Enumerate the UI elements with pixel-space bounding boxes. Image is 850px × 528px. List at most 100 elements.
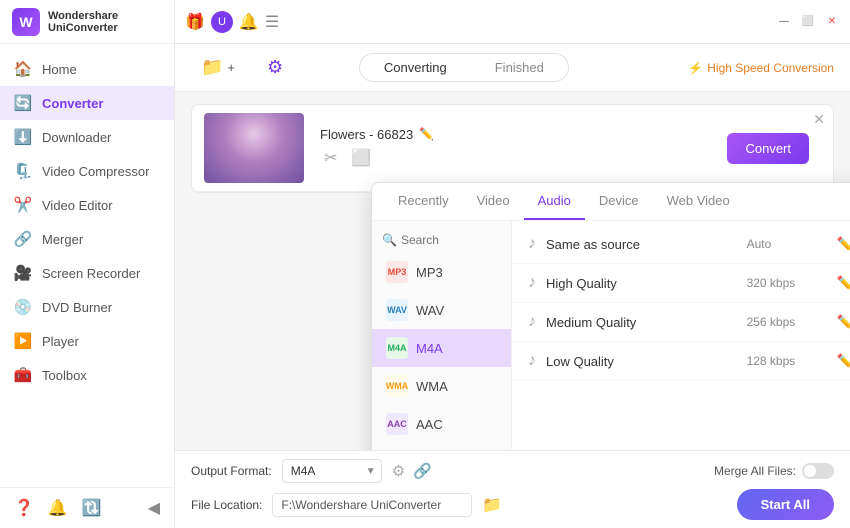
file-location-input[interactable] [272, 493, 472, 517]
sidebar-item-label: Merger [42, 232, 83, 247]
format-item-mp3[interactable]: MP3 MP3 [372, 253, 511, 291]
tab-converting[interactable]: Converting [360, 54, 471, 81]
screen-recorder-icon: 🎥 [14, 264, 32, 282]
tab-web-video[interactable]: Web Video [653, 183, 744, 220]
help-icon[interactable]: ❓ [14, 498, 34, 518]
music-icon-2: ♪ [528, 274, 536, 292]
quality-name-1: Same as source [546, 237, 737, 252]
maximize-button[interactable]: ⬜ [800, 14, 816, 30]
settings-icon-2[interactable]: 🔗 [413, 462, 432, 480]
crop-icon[interactable]: ⬜ [347, 146, 375, 170]
file-actions: ✂ ⬜ [320, 146, 711, 170]
convert-button[interactable]: Convert [727, 133, 809, 164]
search-input[interactable] [401, 233, 501, 247]
add-btn-label: + [227, 60, 235, 75]
toolbar: 📁 + ⚙ Converting Finished ⚡ High Speed C… [175, 44, 850, 92]
format-item-flac[interactable]: FLAC FLAC [372, 443, 511, 450]
lightning-icon: ⚡ [688, 61, 703, 75]
logo-icon: W [12, 8, 40, 36]
merge-files: Merge All Files: [714, 463, 834, 479]
dvd-burner-icon: 💿 [14, 298, 32, 316]
quality-item-high[interactable]: ♪ High Quality 320 kbps ✏️ [512, 264, 850, 303]
edit-quality-1[interactable]: ✏️ [837, 236, 850, 253]
quality-detail-4: 128 kbps [747, 354, 827, 368]
sidebar-item-label: Player [42, 334, 79, 349]
quality-item-same-as-source[interactable]: ♪ Same as source Auto ✏️ [512, 225, 850, 264]
add-icon: 📁 [201, 57, 223, 78]
tab-video[interactable]: Video [463, 183, 524, 220]
settings-icon: ⚙ [267, 57, 283, 78]
quality-item-medium[interactable]: ♪ Medium Quality 256 kbps ✏️ [512, 303, 850, 342]
close-button[interactable]: ✕ [824, 14, 840, 30]
collapse-icon[interactable]: ◀ [148, 498, 160, 518]
add-files-button[interactable]: 📁 + [191, 51, 245, 84]
sidebar-item-label: Converter [42, 96, 103, 111]
notification-icon[interactable]: 🔔 [48, 498, 68, 518]
tab-recently[interactable]: Recently [384, 183, 463, 220]
high-speed-label: High Speed Conversion [707, 61, 834, 75]
merge-files-label: Merge All Files: [714, 464, 796, 478]
format-item-aac[interactable]: AAC AAC [372, 405, 511, 443]
sidebar-item-label: Video Compressor [42, 164, 149, 179]
browse-folder-icon[interactable]: 📁 [482, 495, 502, 515]
sidebar-item-dvd-burner[interactable]: 💿 DVD Burner [0, 290, 174, 324]
user-avatar[interactable]: U [211, 11, 233, 33]
settings-button[interactable]: ⚙ [257, 51, 293, 84]
high-speed-conversion[interactable]: ⚡ High Speed Conversion [688, 61, 834, 75]
convert-tab-group: Converting Finished [359, 53, 569, 82]
window-controls: — ⬜ ✕ [776, 14, 840, 30]
sidebar-item-screen-recorder[interactable]: 🎥 Screen Recorder [0, 256, 174, 290]
cut-icon[interactable]: ✂ [320, 146, 341, 170]
format-label: WAV [416, 303, 444, 318]
format-item-wav[interactable]: WAV WAV [372, 291, 511, 329]
sidebar-item-label: Downloader [42, 130, 111, 145]
sidebar: W Wondershare UniConverter 🏠 Home 🔄 Conv… [0, 0, 175, 528]
format-label: MP3 [416, 265, 443, 280]
quality-item-low[interactable]: ♪ Low Quality 128 kbps ✏️ [512, 342, 850, 381]
refresh-icon[interactable]: 🔃 [82, 498, 102, 518]
sidebar-item-home[interactable]: 🏠 Home [0, 52, 174, 86]
edit-quality-3[interactable]: ✏️ [837, 314, 850, 331]
tab-finished[interactable]: Finished [471, 54, 568, 81]
output-format-row: Output Format: M4A MP3 WAV AAC FLAC ▼ ⚙ … [191, 459, 834, 483]
sidebar-item-video-compressor[interactable]: 🗜️ Video Compressor [0, 154, 174, 188]
settings-icon-1[interactable]: ⚙ [392, 462, 405, 480]
sidebar-nav: 🏠 Home 🔄 Converter ⬇️ Downloader 🗜️ Vide… [0, 44, 174, 487]
output-format-select-container: M4A MP3 WAV AAC FLAC ▼ [282, 459, 382, 483]
sidebar-bottom: ❓ 🔔 🔃 ◀ [0, 487, 174, 528]
app-name: Wondershare UniConverter [48, 10, 162, 34]
menu-icon[interactable]: ☰ [265, 12, 279, 32]
sidebar-item-merger[interactable]: 🔗 Merger [0, 222, 174, 256]
home-icon: 🏠 [14, 60, 32, 78]
format-item-wma[interactable]: WMA WMA [372, 367, 511, 405]
format-tabs: Recently Video Audio Device Web Video [372, 183, 850, 221]
merge-files-toggle[interactable] [802, 463, 834, 479]
sidebar-item-downloader[interactable]: ⬇️ Downloader [0, 120, 174, 154]
sidebar-item-video-editor[interactable]: ✂️ Video Editor [0, 188, 174, 222]
settings-icons: ⚙ 🔗 [392, 462, 432, 480]
bell-icon[interactable]: 🔔 [239, 12, 259, 32]
sidebar-item-player[interactable]: ▶️ Player [0, 324, 174, 358]
quality-panel: ♪ Same as source Auto ✏️ ♪ High Quality … [512, 221, 850, 450]
video-compressor-icon: 🗜️ [14, 162, 32, 180]
sidebar-item-toolbox[interactable]: 🧰 Toolbox [0, 358, 174, 392]
sidebar-item-converter[interactable]: 🔄 Converter [0, 86, 174, 120]
search-icon: 🔍 [382, 233, 397, 247]
music-icon-4: ♪ [528, 352, 536, 370]
toolbox-icon: 🧰 [14, 366, 32, 384]
start-all-button[interactable]: Start All [737, 489, 834, 520]
tab-device[interactable]: Device [585, 183, 653, 220]
tab-audio[interactable]: Audio [524, 183, 585, 220]
edit-quality-2[interactable]: ✏️ [837, 275, 850, 292]
format-item-m4a[interactable]: M4A M4A [372, 329, 511, 367]
minimize-button[interactable]: — [776, 14, 792, 30]
close-card-button[interactable]: ✕ [813, 111, 825, 128]
output-format-select[interactable]: M4A MP3 WAV AAC FLAC [282, 459, 382, 483]
output-format-label: Output Format: [191, 464, 272, 478]
sidebar-item-label: Screen Recorder [42, 266, 140, 281]
quality-name-2: High Quality [546, 276, 737, 291]
edit-quality-4[interactable]: ✏️ [837, 353, 850, 370]
edit-filename-icon[interactable]: ✏️ [419, 127, 434, 141]
file-name-text: Flowers - 66823 [320, 127, 413, 142]
gift-icon[interactable]: 🎁 [185, 12, 205, 32]
